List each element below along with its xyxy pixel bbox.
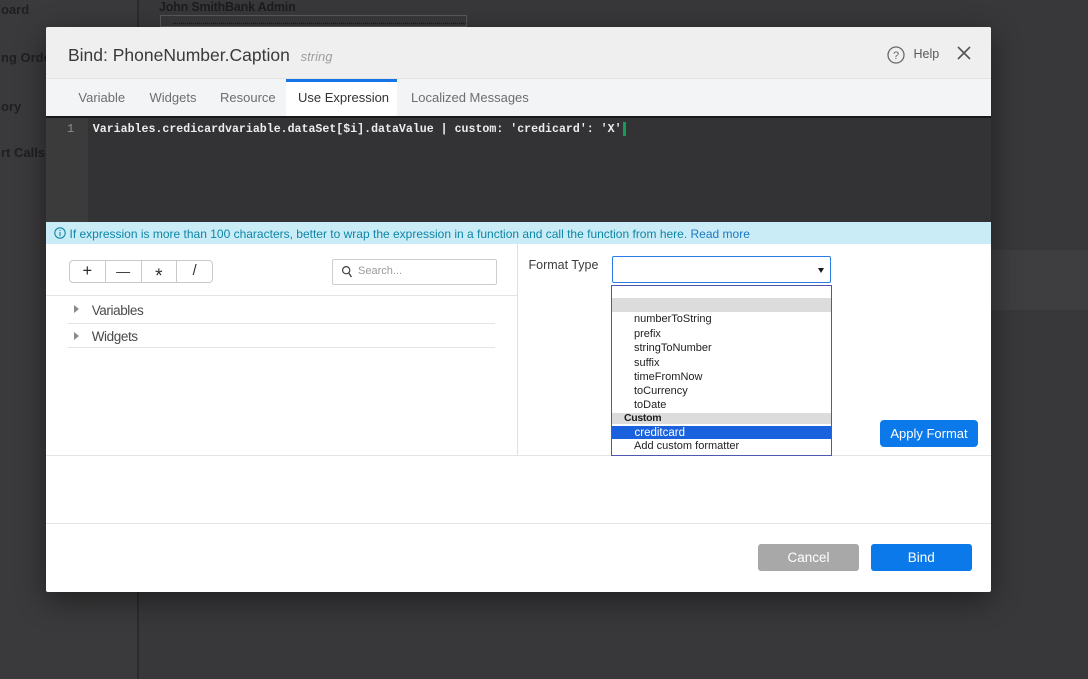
svg-text:?: ? [893,50,899,62]
